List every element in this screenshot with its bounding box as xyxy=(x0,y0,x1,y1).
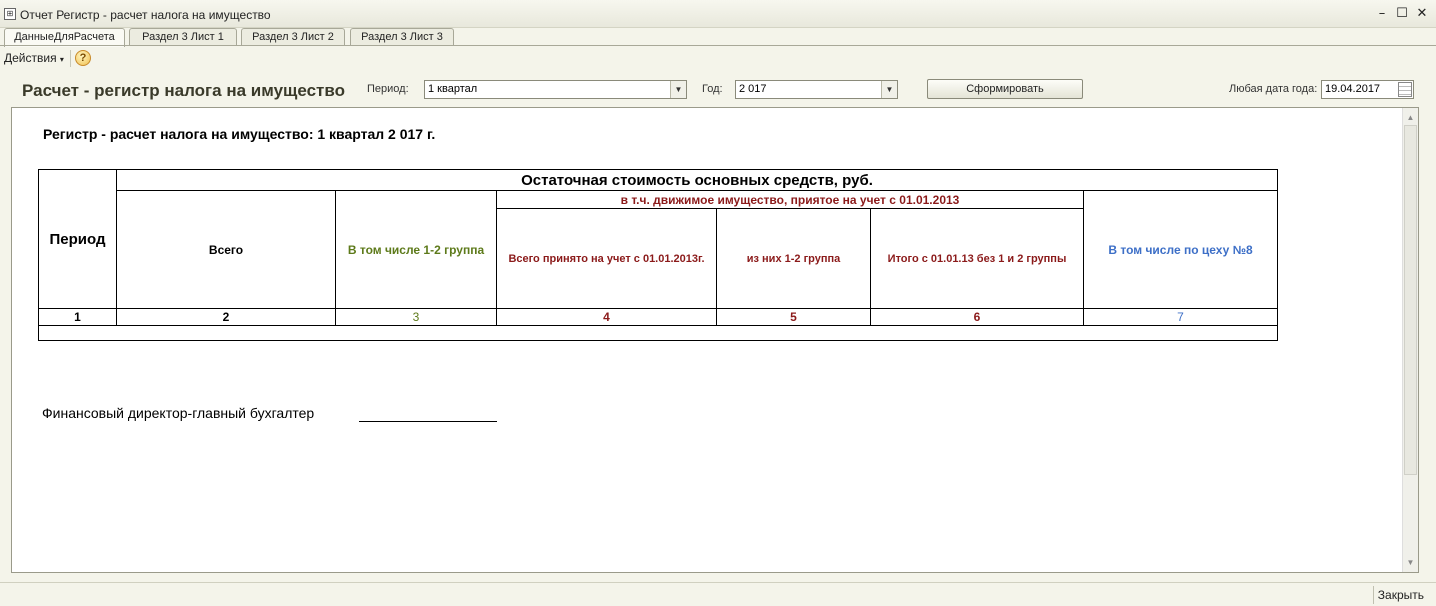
column-number: 6 xyxy=(870,308,1084,326)
movable-property-header: в т.ч. движимое имущество, приятое на уч… xyxy=(496,190,1084,209)
table-empty-row xyxy=(38,325,1278,341)
status-bar: Закрыть xyxy=(0,582,1436,606)
residual-value-header: Остаточная стоимость основных средств, р… xyxy=(116,169,1278,191)
column-number: 7 xyxy=(1083,308,1278,326)
action-bar: Действия ▾ ? xyxy=(0,46,1436,70)
minimize-icon[interactable]: – xyxy=(1374,6,1390,22)
group12-header: В том числе 1-2 группа xyxy=(335,190,497,309)
any-date-input[interactable]: 19.04.2017 xyxy=(1321,80,1414,99)
vertical-scrollbar[interactable]: ▲ ▼ xyxy=(1402,108,1418,572)
window-titlebar: ⊞ Отчет Регистр - расчет налога на имуще… xyxy=(0,0,1436,28)
tab-section3-sheet2[interactable]: Раздел 3 Лист 2 xyxy=(241,28,345,46)
tab-section3-sheet3[interactable]: Раздел 3 Лист 3 xyxy=(350,28,454,46)
scroll-down-icon[interactable]: ▼ xyxy=(1403,555,1418,570)
help-icon[interactable]: ? xyxy=(75,50,91,66)
any-date-label: Любая дата года: xyxy=(1229,83,1318,95)
shop8-header: В том числе по цеху №8 xyxy=(1083,190,1278,309)
dropdown-arrow-icon[interactable]: ▼ xyxy=(881,81,897,98)
form-title: Расчет - регистр налога на имущество xyxy=(22,81,345,100)
signature-line xyxy=(359,421,497,422)
report-app-icon: ⊞ xyxy=(4,8,16,20)
close-button[interactable]: Закрыть xyxy=(1378,588,1424,602)
period-value: 1 квартал xyxy=(428,83,478,95)
accepted-total-header: Всего принято на учет с 01.01.2013г. xyxy=(496,208,717,309)
tab-section3-sheet1[interactable]: Раздел 3 Лист 1 xyxy=(129,28,237,46)
toolbar-divider xyxy=(70,50,71,67)
generate-button[interactable]: Сформировать xyxy=(927,79,1083,99)
year-label: Год: xyxy=(702,83,723,95)
total-excl-group12-header: Итого с 01.01.13 без 1 и 2 группы xyxy=(870,208,1084,309)
signature-label: Финансовый директор-главный бухгалтер xyxy=(42,405,315,421)
year-value: 2 017 xyxy=(739,83,767,95)
actions-menu-label: Действия xyxy=(4,51,57,65)
period-select[interactable]: 1 квартал ▼ xyxy=(424,80,687,99)
calendar-icon[interactable] xyxy=(1398,82,1412,97)
period-header: Период xyxy=(38,169,117,309)
report-area[interactable]: Регистр - расчет налога на имущество: 1 … xyxy=(11,107,1419,573)
column-number: 1 xyxy=(38,308,117,326)
scroll-up-icon[interactable]: ▲ xyxy=(1403,110,1418,125)
window-title: Отчет Регистр - расчет налога на имущест… xyxy=(20,8,271,22)
column-number: 4 xyxy=(496,308,717,326)
column-number: 2 xyxy=(116,308,336,326)
total-header: Всего xyxy=(116,190,336,309)
column-number: 5 xyxy=(716,308,871,326)
any-date-value: 19.04.2017 xyxy=(1325,83,1381,95)
dropdown-arrow-icon[interactable]: ▼ xyxy=(670,81,686,98)
of-them-group12-header: из них 1-2 группа xyxy=(716,208,871,309)
status-divider xyxy=(1373,586,1374,604)
actions-menu-button[interactable]: Действия ▾ xyxy=(4,51,64,65)
maximize-icon[interactable]: ☐ xyxy=(1394,6,1410,22)
report-table: Период Остаточная стоимость основных сре… xyxy=(38,169,1278,341)
close-icon[interactable]: ✕ xyxy=(1414,6,1430,22)
period-label: Период: xyxy=(367,83,409,95)
report-heading: Регистр - расчет налога на имущество: 1 … xyxy=(43,126,436,142)
column-number: 3 xyxy=(335,308,497,326)
chevron-down-icon: ▾ xyxy=(59,55,64,64)
year-select[interactable]: 2 017 ▼ xyxy=(735,80,898,99)
scroll-thumb[interactable] xyxy=(1404,125,1417,475)
